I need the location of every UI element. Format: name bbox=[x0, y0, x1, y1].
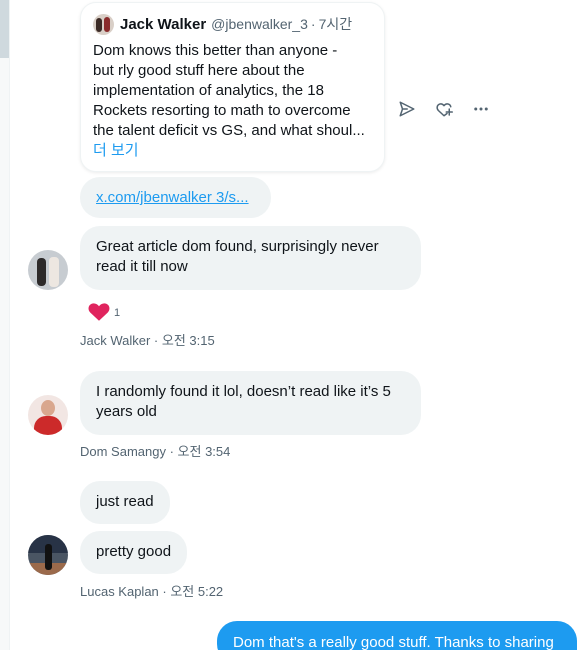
reaction-count: 1 bbox=[114, 307, 121, 319]
avatar-lucas-kaplan[interactable] bbox=[28, 535, 68, 575]
quoted-tweet-header: Jack Walker @jbenwalker_3 · 7시간 bbox=[93, 13, 372, 35]
link-preview-bubble[interactable]: x.com/jbenwalker 3/s... bbox=[80, 177, 271, 218]
message-text: Dom that's a really good stuff. Thanks t… bbox=[233, 634, 554, 650]
tweet-link[interactable]: x.com/jbenwalker 3/s... bbox=[96, 189, 249, 206]
message-bubble-mine[interactable]: Dom that's a really good stuff. Thanks t… bbox=[217, 621, 577, 650]
heart-icon bbox=[88, 303, 110, 321]
scrollbar-thumb[interactable] bbox=[0, 0, 9, 58]
avatar-jack-walker[interactable] bbox=[28, 250, 68, 290]
message-bubble-jack[interactable]: Great article dom found, surprisingly ne… bbox=[80, 226, 421, 290]
quoted-tweet-separator: · bbox=[310, 16, 316, 32]
send-icon[interactable] bbox=[396, 98, 418, 120]
heart-plus-icon[interactable] bbox=[433, 98, 455, 120]
show-more-link[interactable]: 더 보기 bbox=[93, 141, 372, 161]
message-line: years old bbox=[96, 403, 157, 420]
quoted-tweet-line: Dom knows this better than anyone - bbox=[93, 42, 338, 59]
message-bubble-lucas-1[interactable]: just read bbox=[80, 481, 170, 524]
message-text: pretty good bbox=[96, 543, 172, 560]
message-meta-jack: Jack Walker · 오전 3:15 bbox=[80, 333, 215, 348]
quoted-tweet-time: 7시간 bbox=[318, 16, 353, 32]
quoted-tweet-line: implementation of analytics, the 18 bbox=[93, 82, 324, 99]
avatar-dom-samangy[interactable] bbox=[28, 395, 68, 435]
quoted-tweet-card[interactable]: Jack Walker @jbenwalker_3 · 7시간 Dom know… bbox=[80, 2, 385, 172]
quoted-tweet-avatar bbox=[93, 13, 114, 35]
message-bubble-dom[interactable]: I randomly found it lol, doesn’t read li… bbox=[80, 371, 421, 435]
message-text: just read bbox=[96, 493, 154, 510]
message-line: Great article dom found, surprisingly ne… bbox=[96, 238, 379, 255]
quoted-tweet-line: the talent deficit vs GS, and what shoul… bbox=[93, 122, 365, 139]
quoted-tweet-author-name: Jack Walker bbox=[120, 15, 207, 33]
message-line: I randomly found it lol, doesn’t read li… bbox=[96, 383, 391, 400]
reaction-badge[interactable]: 1 bbox=[86, 298, 120, 324]
quoted-tweet-handle: @jbenwalker_3 bbox=[211, 16, 308, 32]
message-meta-dom: Dom Samangy · 오전 3:54 bbox=[80, 444, 231, 459]
quoted-tweet-line: but rly good stuff here about the bbox=[93, 62, 305, 79]
left-scrollbar[interactable] bbox=[0, 0, 10, 650]
message-bubble-lucas-2[interactable]: pretty good bbox=[80, 531, 188, 574]
quoted-tweet-line: Rockets resorting to math to overcome bbox=[93, 102, 351, 119]
quoted-tweet-text: Dom knows this better than anyone - but … bbox=[93, 41, 378, 141]
message-line: read it till now bbox=[96, 258, 188, 275]
message-actions bbox=[396, 98, 507, 120]
more-icon[interactable] bbox=[470, 98, 492, 120]
message-meta-lucas: Lucas Kaplan · 오전 5:22 bbox=[80, 584, 224, 599]
